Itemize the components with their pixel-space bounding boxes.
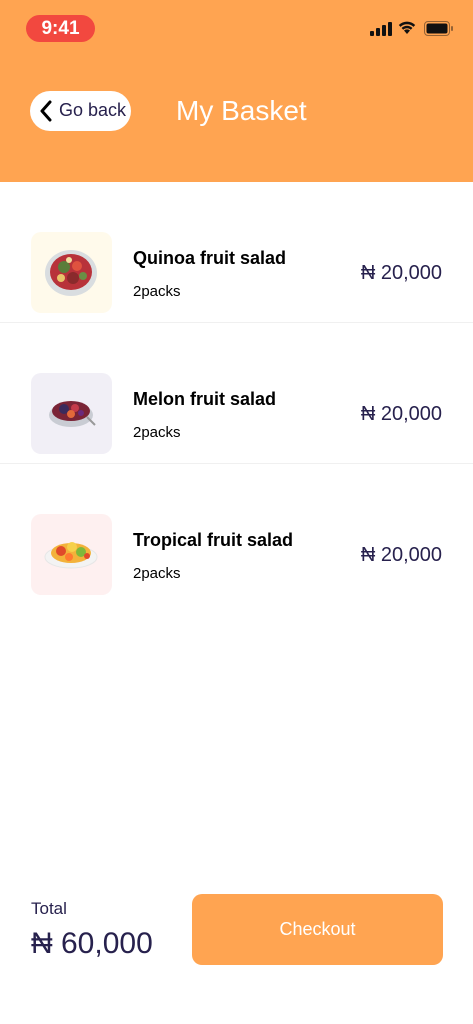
wifi-icon: [398, 21, 416, 34]
total-label: Total: [31, 899, 67, 918]
item-name: Quinoa fruit salad: [133, 248, 287, 268]
phone-screen: 9:41 Go back My Basket Quinoa fruit sala…: [0, 0, 473, 1024]
basket-item[interactable]: Melon fruit salad 2packs ₦ 20,000: [0, 323, 473, 464]
quinoa-salad-image: [45, 250, 97, 296]
status-bar: 9:41: [0, 0, 473, 60]
checkout-button[interactable]: Checkout: [192, 894, 443, 965]
go-back-button[interactable]: Go back: [30, 91, 131, 131]
status-time: 9:41: [26, 15, 95, 42]
basket-item[interactable]: Quinoa fruit salad 2packs ₦ 20,000: [0, 182, 473, 323]
item-quantity: 2packs: [133, 565, 181, 582]
go-back-label: Go back: [59, 100, 127, 120]
item-thumbnail: [31, 373, 112, 454]
header: 9:41 Go back My Basket: [0, 0, 473, 182]
item-name: Melon fruit salad: [133, 389, 277, 409]
melon-salad-image: [49, 401, 96, 427]
signal-icon: [370, 22, 392, 36]
battery-icon: [424, 21, 453, 36]
tropical-salad-image: [44, 542, 98, 569]
item-name: Tropical fruit salad: [133, 530, 294, 550]
page-title: My Basket: [176, 95, 307, 126]
item-quantity: 2packs: [133, 424, 181, 441]
item-thumbnail: [31, 514, 112, 595]
item-price: ₦ 20,000: [360, 544, 442, 566]
total-value: ₦ 60,000: [31, 927, 153, 960]
item-quantity: 2packs: [133, 283, 181, 300]
item-price: ₦ 20,000: [360, 262, 442, 284]
basket-item[interactable]: Tropical fruit salad 2packs ₦ 20,000: [0, 464, 473, 605]
item-thumbnail: [31, 232, 112, 313]
item-price: ₦ 20,000: [360, 403, 442, 425]
chevron-left-icon: [40, 100, 52, 122]
